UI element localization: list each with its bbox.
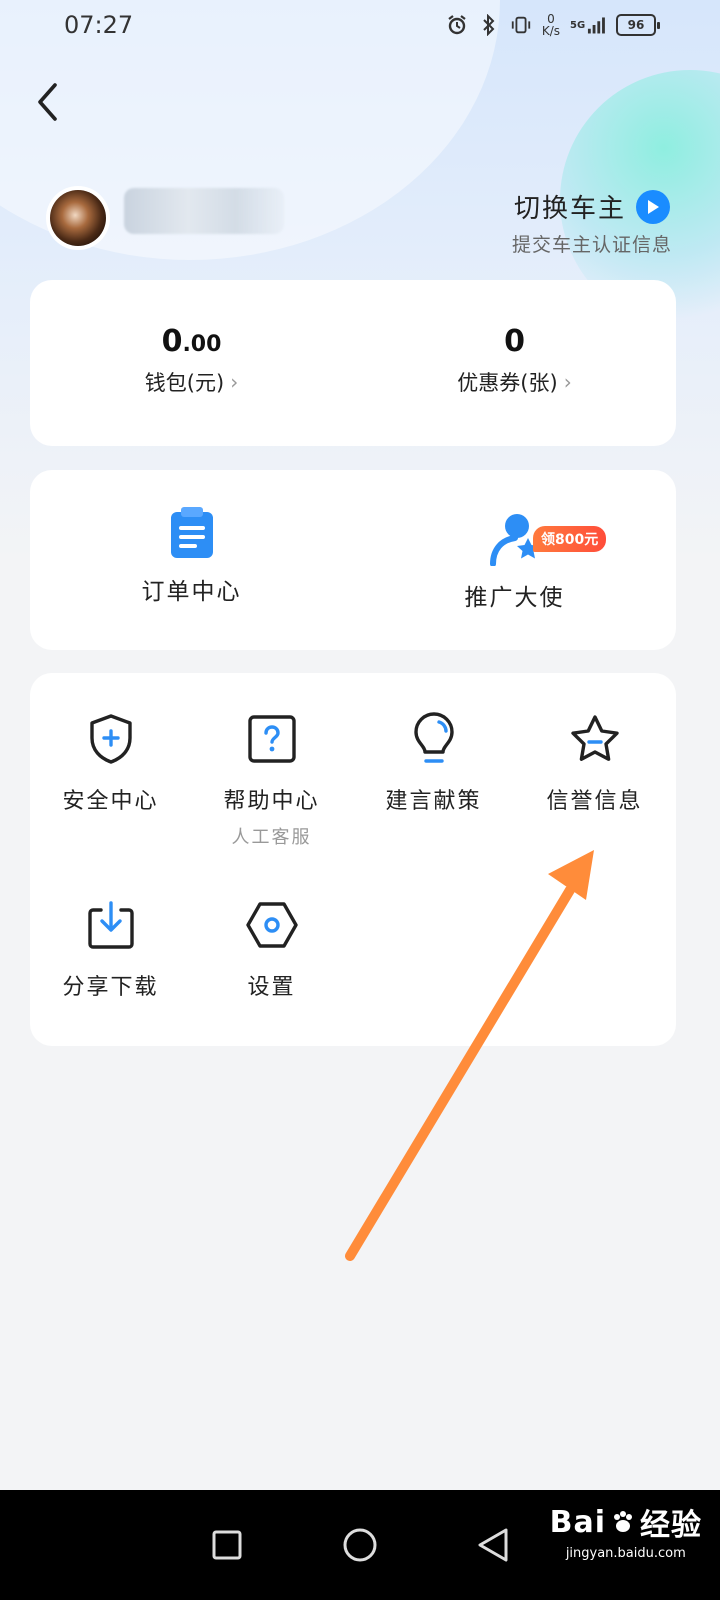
question-box-icon <box>191 709 352 769</box>
shield-plus-icon <box>30 709 191 769</box>
triangle-back-icon <box>478 1528 508 1562</box>
circle-icon <box>343 1528 377 1562</box>
download-box-icon <box>30 895 191 955</box>
network-type: 5G <box>570 19 586 31</box>
lightbulb-icon <box>353 709 514 769</box>
wallet-value-dec: .00 <box>182 332 222 357</box>
ambassador-icon <box>353 500 676 566</box>
tools-card: 安全中心 帮助中心 人工客服 建言献策 信誉信息 分享下载 设置 <box>30 673 676 1046</box>
bluetooth-icon <box>478 14 500 36</box>
back-nav-button[interactable] <box>471 1523 515 1567</box>
avatar-image <box>50 190 106 246</box>
switch-owner-button[interactable]: 切换车主 <box>514 188 670 225</box>
chevron-right-icon: › <box>230 370 239 394</box>
suggestions-button[interactable]: 建言献策 <box>353 709 514 815</box>
username-blurred <box>124 188 284 234</box>
back-button[interactable] <box>28 80 68 124</box>
balance-card: 0.00 钱包(元) › 0 优惠券(张) › <box>30 280 676 446</box>
share-download-button[interactable]: 分享下载 <box>30 895 191 1001</box>
credit-info-button[interactable]: 信誉信息 <box>514 709 675 815</box>
wallet-label: 钱包(元) <box>144 371 225 395</box>
play-icon <box>636 189 670 224</box>
help-center-button[interactable]: 帮助中心 人工客服 <box>191 709 352 849</box>
share-download-label: 分享下载 <box>62 975 159 1000</box>
help-center-sublabel: 人工客服 <box>231 827 312 848</box>
watermark-suffix: 经验 <box>640 1508 702 1543</box>
recent-apps-button[interactable] <box>205 1523 249 1567</box>
status-bar: 07:27 0 K/s 5G 96 <box>0 0 720 50</box>
hexagon-settings-icon <box>191 895 352 955</box>
help-center-label: 帮助中心 <box>223 789 320 814</box>
baidu-jingyan-watermark: Bai 经验 jingyan.baidu.com <box>550 1500 702 1562</box>
status-icons: 0 K/s 5G 96 <box>446 13 660 37</box>
suggestions-label: 建言献策 <box>385 789 482 814</box>
chevron-left-icon <box>38 83 57 121</box>
switch-owner-label: 切换车主 <box>513 194 626 224</box>
star-icon <box>514 709 675 769</box>
net-speed-unit: K/s <box>541 24 560 38</box>
avatar[interactable] <box>46 186 110 250</box>
battery-indicator: 96 <box>616 14 660 36</box>
alarm-icon <box>446 14 468 36</box>
ambassador-label: 推广大使 <box>464 585 565 611</box>
net-speed: 0 K/s <box>542 13 560 37</box>
watermark-brand: Bai 经验 <box>550 1500 702 1544</box>
safety-center-label: 安全中心 <box>62 789 159 814</box>
settings-label: 设置 <box>247 975 296 1000</box>
order-center-button[interactable]: 订单中心 <box>30 500 353 606</box>
settings-button[interactable]: 设置 <box>191 895 352 1001</box>
coupon-label: 优惠券(张) <box>457 371 558 395</box>
feature-card: 订单中心 领800元 推广大使 <box>30 470 676 650</box>
chevron-right-icon: › <box>563 370 572 394</box>
coupon-stat[interactable]: 0 优惠券(张) › <box>353 324 676 397</box>
wallet-stat[interactable]: 0.00 钱包(元) › <box>30 324 353 397</box>
order-center-label: 订单中心 <box>141 579 242 605</box>
coupon-value: 0 <box>353 324 676 359</box>
coupon-label-row: 优惠券(张) › <box>457 367 571 397</box>
home-button[interactable] <box>338 1523 382 1567</box>
wallet-value: 0.00 <box>30 324 353 359</box>
clipboard-icon <box>30 500 353 560</box>
square-icon <box>212 1530 242 1560</box>
watermark-brand-text: Bai <box>549 1504 606 1540</box>
vibrate-icon <box>510 14 532 36</box>
wallet-label-row: 钱包(元) › <box>145 367 238 397</box>
switch-owner-subtitle[interactable]: 提交车主认证信息 <box>512 230 672 257</box>
paw-icon <box>614 1511 632 1532</box>
battery-level: 96 <box>627 18 645 32</box>
credit-info-label: 信誉信息 <box>546 789 643 814</box>
status-time: 07:27 <box>64 11 134 39</box>
watermark-url: jingyan.baidu.com <box>565 1546 686 1561</box>
ambassador-button[interactable]: 领800元 推广大使 <box>353 500 676 612</box>
coupon-value-int: 0 <box>504 324 525 359</box>
wallet-value-int: 0 <box>161 324 183 359</box>
signal-icon: 5G <box>570 14 606 36</box>
promo-badge: 领800元 <box>533 526 607 552</box>
safety-center-button[interactable]: 安全中心 <box>30 709 191 815</box>
